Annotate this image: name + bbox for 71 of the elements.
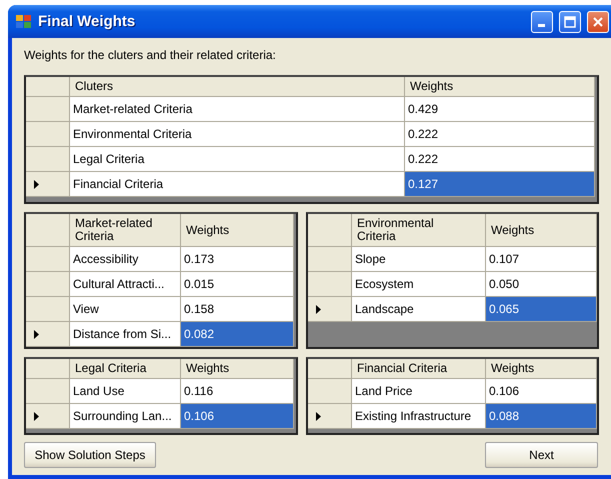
row-header[interactable] bbox=[26, 379, 70, 404]
row-header[interactable] bbox=[26, 172, 70, 197]
table-cell[interactable]: Land Use bbox=[70, 379, 181, 404]
row-header[interactable] bbox=[26, 147, 70, 172]
table-cell[interactable]: 0.158 bbox=[181, 297, 294, 322]
table-cell[interactable]: View bbox=[70, 297, 181, 322]
row-header[interactable] bbox=[308, 272, 352, 297]
show-solution-steps-button[interactable]: Show Solution Steps bbox=[24, 442, 156, 468]
column-header[interactable]: Environmental Criteria bbox=[352, 214, 486, 247]
column-header[interactable]: Weights bbox=[405, 77, 595, 97]
corner-header bbox=[308, 214, 352, 247]
minimize-button[interactable] bbox=[531, 10, 553, 32]
table-cell[interactable]: Distance from Si... bbox=[70, 322, 181, 347]
row-header[interactable] bbox=[308, 404, 352, 429]
close-button[interactable] bbox=[587, 10, 609, 32]
row-header[interactable] bbox=[26, 404, 70, 429]
table-cell[interactable]: 0.106 bbox=[181, 404, 294, 429]
row-header[interactable] bbox=[308, 379, 352, 404]
corner-header bbox=[26, 214, 70, 247]
table-cell[interactable]: 0.088 bbox=[486, 404, 597, 429]
row-header[interactable] bbox=[308, 247, 352, 272]
table-cell[interactable]: 0.107 bbox=[486, 247, 597, 272]
table-cell[interactable]: 0.116 bbox=[181, 379, 294, 404]
table-cell[interactable]: 0.222 bbox=[405, 122, 595, 147]
row-header[interactable] bbox=[26, 322, 70, 347]
column-header[interactable]: Market-related Criteria bbox=[70, 214, 181, 247]
column-header[interactable]: Weights bbox=[486, 359, 597, 379]
column-header[interactable]: Weights bbox=[486, 214, 597, 247]
table-cell[interactable]: Environmental Criteria bbox=[70, 122, 405, 147]
column-header[interactable]: Weights bbox=[181, 214, 294, 247]
table-cell[interactable]: Cultural Attracti... bbox=[70, 272, 181, 297]
table-cell[interactable]: 0.429 bbox=[405, 97, 595, 122]
table-cell[interactable]: 0.106 bbox=[486, 379, 597, 404]
row-header[interactable] bbox=[26, 247, 70, 272]
table-cell[interactable]: 0.015 bbox=[181, 272, 294, 297]
column-header[interactable]: Legal Criteria bbox=[70, 359, 181, 379]
table-cell[interactable]: 0.222 bbox=[405, 147, 595, 172]
table-cell[interactable]: Landscape bbox=[352, 297, 486, 322]
close-icon bbox=[592, 16, 604, 28]
table-cell[interactable]: 0.082 bbox=[181, 322, 294, 347]
table-cell[interactable]: Legal Criteria bbox=[70, 147, 405, 172]
table-cell[interactable]: Slope bbox=[352, 247, 486, 272]
intro-text: Weights for the cluters and their related criteria: bbox=[24, 48, 277, 62]
window-title: Final Weights bbox=[38, 13, 136, 30]
table-cell[interactable]: 0.127 bbox=[405, 172, 595, 197]
table-cell[interactable]: 0.065 bbox=[486, 297, 597, 322]
corner-header bbox=[308, 359, 352, 379]
table-cell[interactable]: 0.173 bbox=[181, 247, 294, 272]
app-icon bbox=[16, 14, 32, 30]
row-header[interactable] bbox=[26, 272, 70, 297]
table-cell[interactable]: Surrounding Lan... bbox=[70, 404, 181, 429]
table-cell[interactable]: Accessibility bbox=[70, 247, 181, 272]
corner-header bbox=[26, 77, 70, 97]
row-header[interactable] bbox=[26, 97, 70, 122]
table-cell[interactable]: Existing Infrastructure bbox=[352, 404, 486, 429]
corner-header bbox=[26, 359, 70, 379]
column-header[interactable]: Financial Criteria bbox=[352, 359, 486, 379]
column-header[interactable]: Cluters bbox=[70, 77, 405, 97]
maximize-button[interactable] bbox=[559, 10, 581, 32]
maximize-icon bbox=[564, 16, 576, 28]
row-header[interactable] bbox=[26, 122, 70, 147]
table-cell[interactable]: Market-related Criteria bbox=[70, 97, 405, 122]
row-header[interactable] bbox=[308, 297, 352, 322]
row-header[interactable] bbox=[26, 297, 70, 322]
table-cell[interactable]: 0.050 bbox=[486, 272, 597, 297]
table-cell[interactable]: Ecosystem bbox=[352, 272, 486, 297]
column-header[interactable]: Weights bbox=[181, 359, 294, 379]
table-cell[interactable]: Financial Criteria bbox=[70, 172, 405, 197]
next-button[interactable]: Next bbox=[485, 442, 598, 468]
minimize-icon bbox=[538, 24, 544, 27]
table-cell[interactable]: Land Price bbox=[352, 379, 486, 404]
